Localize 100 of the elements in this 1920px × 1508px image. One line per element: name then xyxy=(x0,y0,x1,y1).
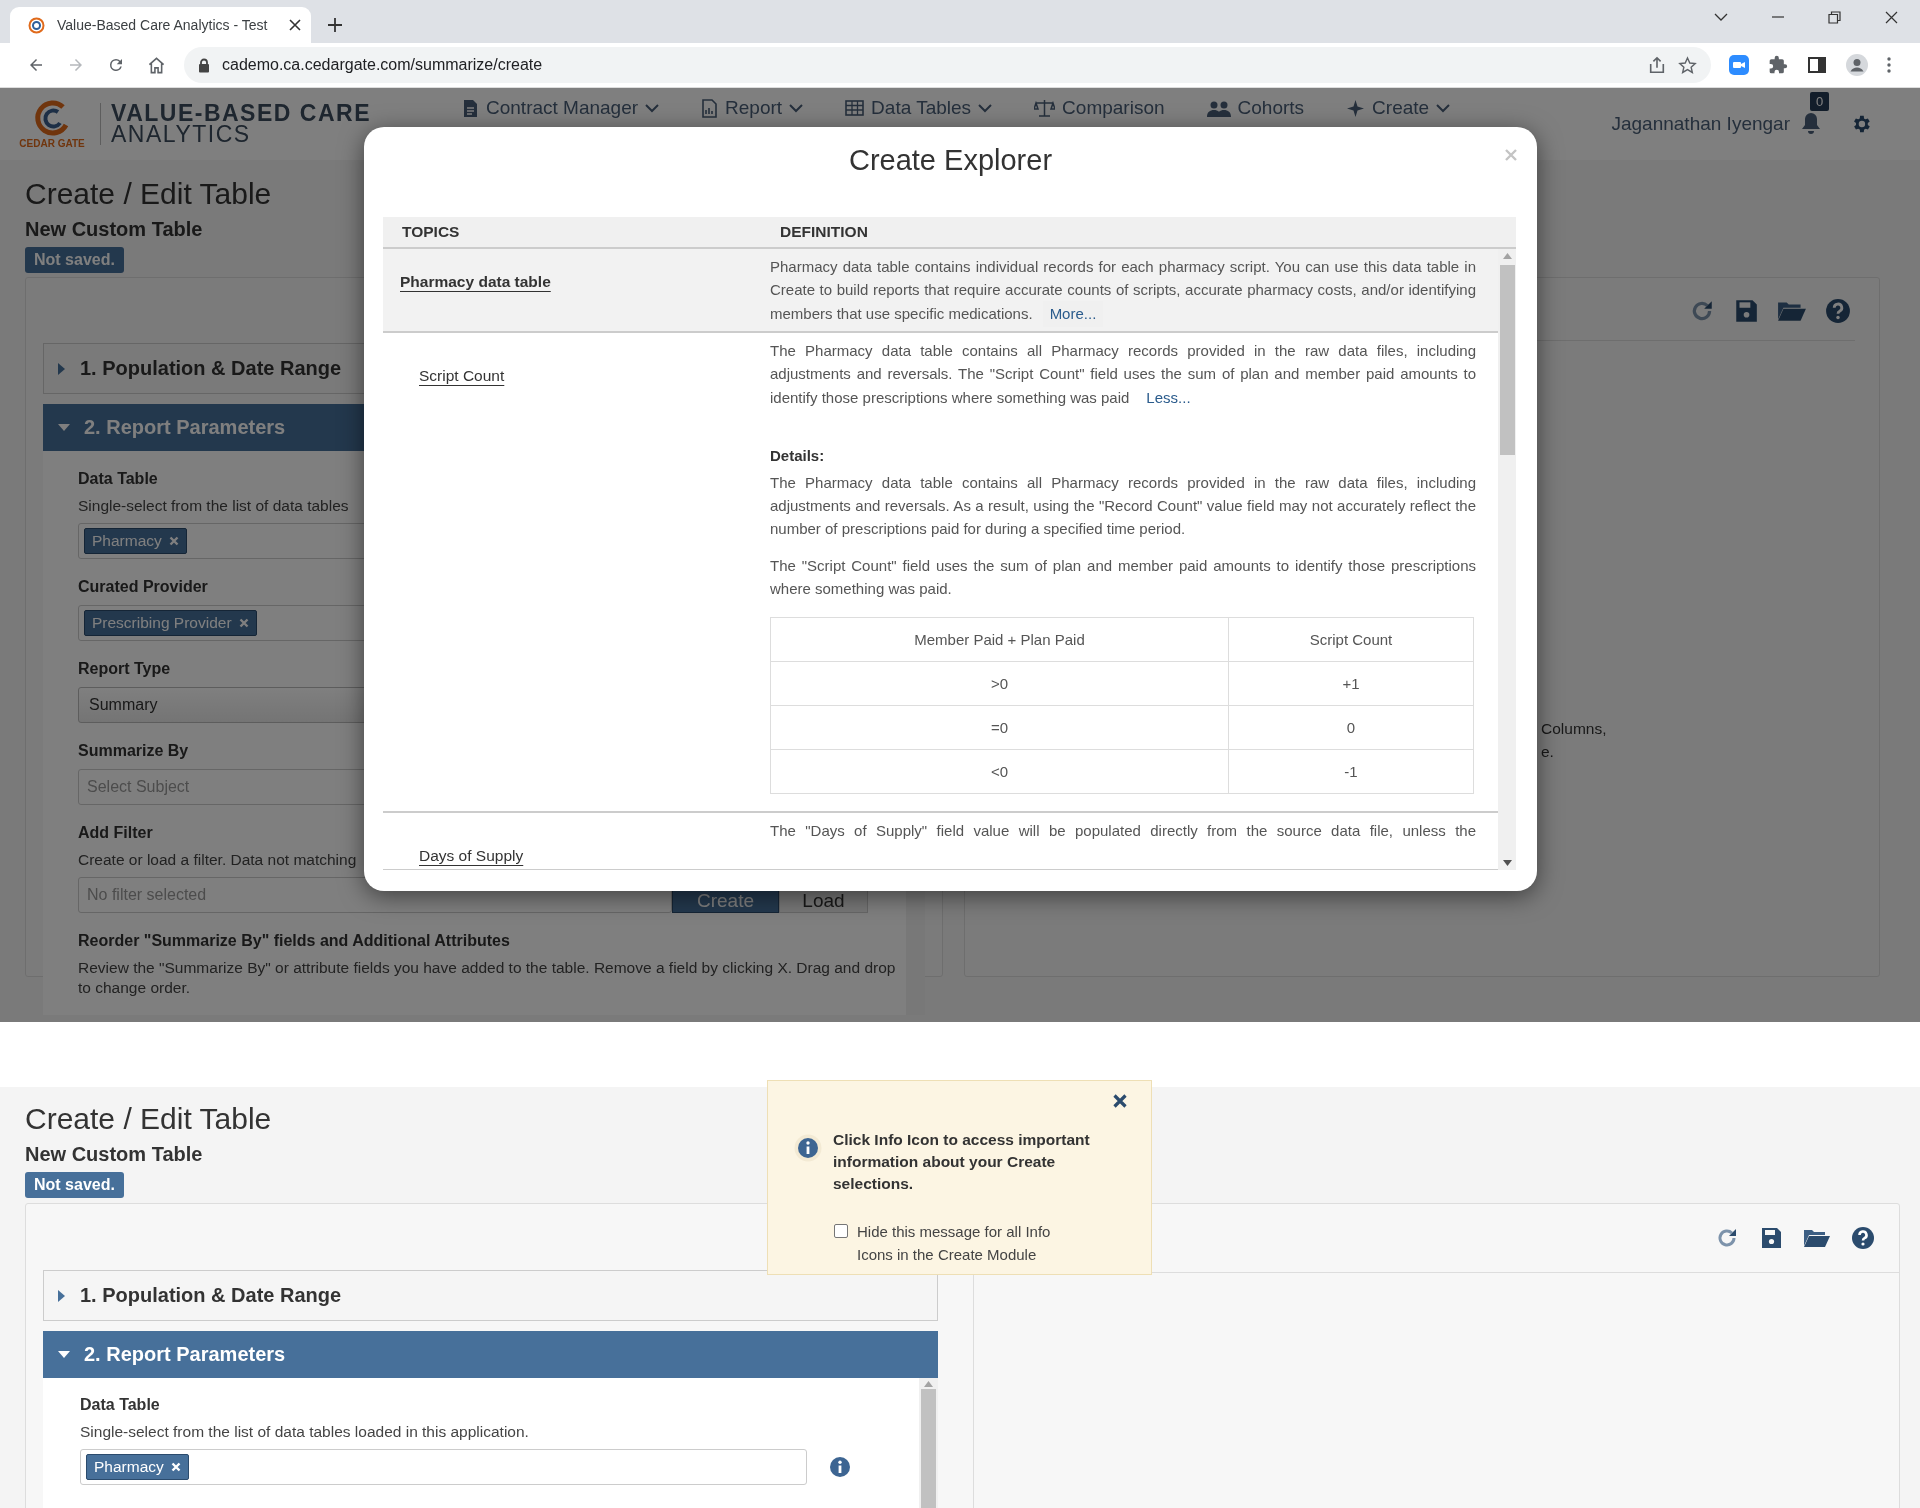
toggle-link[interactable]: Less... xyxy=(1139,385,1198,411)
nav-menu-item[interactable]: Report xyxy=(701,97,804,119)
nav-label: Data Tables xyxy=(871,97,972,119)
lock-icon xyxy=(198,57,210,73)
definition-text: The Pharmacy data table contains all Pharmacy records provided in the raw data files, including adjustments and reversals. The "Script Count" field uses the sum of plan and member paid amounts to identify those prescriptions where something was paid Less... xyxy=(770,339,1476,411)
nav-menu-item[interactable]: Data Tables xyxy=(845,97,993,119)
page-subtitle: New Custom Table xyxy=(25,217,203,242)
table-cell: Member Paid + Plan Paid xyxy=(770,617,1229,662)
table-cell: +1 xyxy=(1228,661,1474,706)
topic-link[interactable]: Days of Supply xyxy=(419,847,524,864)
site-icon xyxy=(28,16,45,34)
help-icon[interactable] xyxy=(1825,298,1851,324)
details-text: The Pharmacy data table contains all Pharmacy records provided in the raw data files, including adjustments and reversals. As a result, using the "Record Count" value field may not accurately reflect the number of prescriptions paid for during a specified time period. xyxy=(770,473,1476,539)
bell-icon[interactable] xyxy=(1800,111,1822,135)
definition-text: Pharmacy data table contains individual records for each pharmacy script. You can use this data table in Create to build reports that require accurate counts of scripts, accurate pharmacy costs, and/or identifying members that use specific medications. More... xyxy=(770,255,1476,327)
field-description: Review the "Summarize By" or attribute fields you have added to the table. Remove a field by clicking X. Drag and drop to change order. xyxy=(78,958,897,998)
popup-message: Click Info Icon to access important information about your Create selections. xyxy=(833,1130,1091,1194)
nav-label: Report xyxy=(725,97,783,119)
nav-label: Create xyxy=(1372,97,1430,119)
dialog-title: Create Explorer xyxy=(848,144,1053,178)
status-label: Not saved. xyxy=(25,1172,124,1198)
field-label: Summarize By xyxy=(78,741,189,761)
close-icon[interactable] xyxy=(1885,10,1898,24)
remove-icon[interactable] xyxy=(168,536,179,546)
field-label: Data Table xyxy=(80,1395,160,1415)
extensions-icon[interactable] xyxy=(1768,55,1788,75)
panel-text: e. xyxy=(1541,742,1554,762)
selected-tag[interactable]: Pharmacy xyxy=(86,1454,189,1480)
home-icon[interactable] xyxy=(146,55,166,75)
nav-menu-item[interactable]: Contract Manager xyxy=(462,97,660,119)
brand-name: VALUE-BASED CARE xyxy=(111,103,371,124)
topic-row[interactable] xyxy=(383,249,1498,333)
nav-menu-item[interactable]: Cohorts xyxy=(1206,97,1305,119)
brand-name: ANALYTICS xyxy=(111,124,251,145)
table-icon xyxy=(845,100,865,116)
topic-link[interactable]: Script Count xyxy=(419,367,505,384)
tab-title: Value-Based Care Analytics - Test xyxy=(57,17,269,33)
topic-row[interactable]: Days of Supply The "Days of Supply" field value will be populated directly from the source data file, unless the xyxy=(383,813,1498,870)
column-header: TOPICS xyxy=(402,223,460,241)
column-header: DEFINITION xyxy=(780,223,868,241)
table-cell: =0 xyxy=(770,705,1229,750)
new-tab-icon[interactable] xyxy=(327,17,343,33)
topic-link[interactable]: Pharmacy data table xyxy=(400,273,551,290)
notification-count: 0 xyxy=(1810,92,1830,111)
section-title: 1. Population & Date Range xyxy=(80,1284,342,1307)
help-icon[interactable] xyxy=(1851,1226,1875,1250)
section-title: 2. Report Parameters xyxy=(84,1343,286,1366)
url-text: cademo.ca.cedargate.com/summarize/create xyxy=(222,56,544,74)
accordion-header[interactable]: 2. Report Parameters xyxy=(43,1331,938,1378)
field-label: Add Filter xyxy=(78,823,153,843)
panel-text: Columns, xyxy=(1541,719,1607,739)
user-name[interactable]: Jagannathan Iyengar xyxy=(1611,113,1790,135)
table-cell: -1 xyxy=(1228,749,1474,794)
field-description: Single-select from the list of data tables xyxy=(78,496,349,516)
remove-icon[interactable] xyxy=(238,618,249,628)
chevron-down-icon[interactable] xyxy=(1714,13,1728,21)
scroll-down-icon[interactable] xyxy=(1502,860,1512,866)
caret-right-icon xyxy=(58,1289,66,1302)
restore-icon[interactable] xyxy=(1828,10,1841,24)
camera-icon[interactable] xyxy=(1729,55,1749,75)
caret-down-icon xyxy=(58,423,70,432)
reload-icon[interactable] xyxy=(107,56,125,74)
star-icon[interactable] xyxy=(1678,55,1697,75)
scrollbar[interactable] xyxy=(1498,249,1516,870)
section-title: 2. Report Parameters xyxy=(84,416,286,439)
nav-label: Cohorts xyxy=(1237,97,1305,119)
close-icon[interactable] xyxy=(289,19,301,31)
definition-text: The "Days of Supply" field value will be populated directly from the source data file, unless the xyxy=(770,821,1476,841)
accordion-header[interactable]: 1. Population & Date Range xyxy=(43,1270,938,1321)
share-icon[interactable] xyxy=(1648,56,1666,74)
table-cell: Script Count xyxy=(1228,617,1474,662)
field-label: Report Type xyxy=(78,659,171,679)
close-icon[interactable] xyxy=(1113,1094,1127,1108)
caret-right-icon xyxy=(58,362,66,375)
logo-icon xyxy=(33,99,71,137)
selected-tag[interactable]: Prescribing Provider xyxy=(84,610,257,636)
profile-icon[interactable] xyxy=(1846,54,1868,76)
selected-tag[interactable]: Pharmacy xyxy=(84,528,187,554)
table-cell: >0 xyxy=(770,661,1229,706)
nav-menu-item[interactable]: Comparison xyxy=(1034,97,1165,119)
page-title: Create / Edit Table xyxy=(25,1101,272,1137)
save-icon[interactable] xyxy=(1759,1226,1783,1250)
checkbox[interactable] xyxy=(834,1224,848,1238)
info-icon[interactable] xyxy=(829,1456,851,1478)
field-label: Reorder "Summarize By" fields and Additional Attributes xyxy=(78,931,510,951)
details-text: The "Script Count" field uses the sum of plan and member paid amounts to identify those prescriptions where something was paid. xyxy=(770,556,1476,599)
tag-field[interactable]: Pharmacy xyxy=(80,1449,807,1485)
nav-menu-item[interactable]: Create xyxy=(1346,97,1451,119)
sparkle-icon xyxy=(1346,98,1366,118)
address-bar[interactable]: cademo.ca.cedargate.com/summarize/create xyxy=(184,47,1711,83)
document-icon xyxy=(462,98,479,118)
more-icon[interactable] xyxy=(1887,57,1891,73)
table-cell: <0 xyxy=(770,749,1229,794)
field-label: Data Table xyxy=(78,469,158,489)
save-icon[interactable] xyxy=(1733,298,1759,324)
browser-tab[interactable]: Value-Based Care Analytics - Test xyxy=(10,7,311,43)
checkbox-label[interactable]: Hide this message for all Info Icons in the Create Module xyxy=(857,1220,1087,1266)
sidebar-icon[interactable] xyxy=(1807,55,1827,75)
info-icon xyxy=(794,1134,822,1162)
remove-icon[interactable] xyxy=(170,1462,181,1472)
